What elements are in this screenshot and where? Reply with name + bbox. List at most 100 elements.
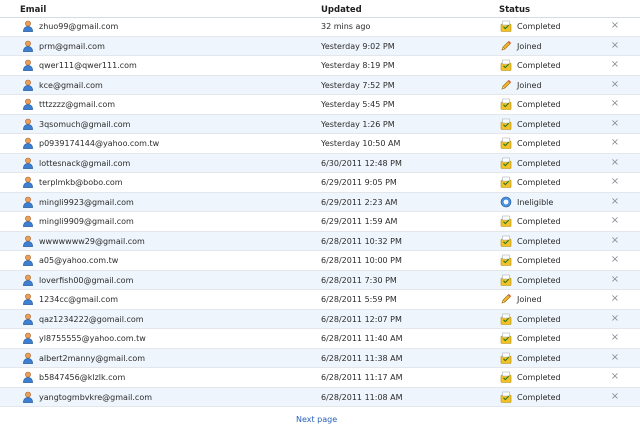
updated-cell: 6/28/2011 7:30 PM: [321, 275, 397, 285]
user-icon: [22, 371, 34, 383]
remove-icon[interactable]: ×: [610, 157, 620, 169]
pencil-icon: [500, 79, 512, 91]
remove-icon[interactable]: ×: [610, 196, 620, 208]
email-cell: p0939174144@yahoo.com.tw: [39, 139, 160, 148]
email-cell: prm@gmail.com: [39, 41, 105, 51]
completed-icon: [500, 176, 512, 188]
status-cell: Joined: [517, 80, 542, 90]
updated-cell: Yesterday 10:50 AM: [321, 139, 401, 148]
table-row: 1234cc@gmail.com 6/28/2011 5:59 PM Joined ×: [0, 290, 640, 310]
updated-cell: 6/28/2011 10:32 PM: [321, 236, 402, 246]
user-icon: [22, 274, 34, 286]
remove-icon[interactable]: ×: [610, 313, 620, 325]
table-row: prm@gmail.com Yesterday 9:02 PM Joined ×: [0, 36, 640, 56]
updated-cell: 6/28/2011 11:17 AM: [321, 373, 403, 382]
column-header-updated[interactable]: Updated: [321, 5, 362, 15]
status-cell: Completed: [517, 275, 561, 285]
table-row: b5847456@klzlk.com 6/28/2011 11:17 AM Comp…: [0, 368, 640, 388]
updated-cell: 6/28/2011 11:08 AM: [321, 392, 403, 402]
column-header-email[interactable]: Email: [20, 5, 46, 15]
completed-icon: [500, 352, 512, 364]
remove-icon[interactable]: ×: [610, 20, 620, 32]
user-icon: [22, 254, 34, 266]
remove-icon[interactable]: ×: [610, 79, 620, 91]
email-cell: 1234cc@gmail.com: [39, 295, 119, 304]
status-cell: Completed: [517, 334, 561, 343]
status-cell: Completed: [517, 256, 561, 265]
remove-icon[interactable]: ×: [610, 352, 620, 364]
remove-icon[interactable]: ×: [610, 391, 620, 403]
completed-icon: [500, 391, 512, 403]
column-header-status[interactable]: Status: [499, 5, 530, 15]
updated-cell: 6/28/2011 12:07 PM: [321, 314, 402, 324]
remove-icon[interactable]: ×: [610, 98, 620, 110]
status-cell: Completed: [517, 158, 561, 168]
user-icon: [22, 98, 34, 110]
email-cell: qwer111@qwer111.com: [39, 61, 137, 70]
remove-icon[interactable]: ×: [610, 332, 620, 344]
status-cell: Completed: [517, 178, 561, 187]
email-cell: yl8755555@yahoo.com.tw: [39, 334, 146, 343]
table-row: a05@yahoo.com.tw 6/28/2011 10:00 PM Comple…: [0, 251, 640, 271]
updated-cell: 6/28/2011 11:38 AM: [321, 353, 403, 363]
user-icon: [22, 118, 34, 130]
table-row: qaz1234222@gomail.com 6/28/2011 12:07 PM C…: [0, 309, 640, 329]
table-row: p0939174144@yahoo.com.tw Yesterday 10:50 …: [0, 134, 640, 154]
pencil-icon: [500, 40, 512, 52]
user-icon: [22, 391, 34, 403]
remove-icon[interactable]: ×: [610, 371, 620, 383]
user-icon: [22, 59, 34, 71]
user-icon: [22, 196, 34, 208]
email-cell: zhuo99@gmail.com: [39, 22, 119, 31]
status-cell: Completed: [517, 373, 561, 382]
remove-icon[interactable]: ×: [610, 293, 620, 305]
email-cell: loverfish00@gmail.com: [39, 275, 134, 285]
updated-cell: Yesterday 7:52 PM: [321, 80, 395, 90]
completed-icon: [500, 215, 512, 227]
table-row: yl8755555@yahoo.com.tw 6/28/2011 11:40 AM…: [0, 329, 640, 349]
remove-icon[interactable]: ×: [610, 40, 620, 52]
status-cell: Completed: [517, 217, 561, 226]
completed-icon: [500, 98, 512, 110]
completed-icon: [500, 235, 512, 247]
email-cell: wwwwwww29@gmail.com: [39, 236, 145, 246]
email-cell: mingli9923@gmail.com: [39, 197, 134, 207]
status-cell: Joined: [517, 41, 542, 51]
completed-icon: [500, 118, 512, 130]
email-cell: mingli9909@gmail.com: [39, 217, 134, 226]
email-cell: lottesnack@gmail.com: [39, 158, 131, 168]
remove-icon[interactable]: ×: [610, 59, 620, 71]
user-icon: [22, 352, 34, 364]
status-cell: Completed: [517, 236, 561, 246]
remove-icon[interactable]: ×: [610, 215, 620, 227]
status-cell: Ineligible: [517, 197, 554, 207]
remove-icon[interactable]: ×: [610, 235, 620, 247]
status-cell: Completed: [517, 139, 561, 148]
updated-cell: 6/29/2011 2:23 AM: [321, 197, 398, 207]
user-icon: [22, 137, 34, 149]
email-cell: kce@gmail.com: [39, 80, 103, 90]
remove-icon[interactable]: ×: [610, 137, 620, 149]
remove-icon[interactable]: ×: [610, 176, 620, 188]
updated-cell: Yesterday 9:02 PM: [321, 41, 395, 51]
table-row: tttzzzz@gmail.com Yesterday 5:45 PM Comple…: [0, 95, 640, 115]
remove-icon[interactable]: ×: [610, 254, 620, 266]
completed-icon: [500, 254, 512, 266]
status-cell: Completed: [517, 22, 561, 31]
updated-cell: 6/28/2011 11:40 AM: [321, 334, 403, 343]
remove-icon[interactable]: ×: [610, 118, 620, 130]
remove-icon[interactable]: ×: [610, 274, 620, 286]
completed-icon: [500, 313, 512, 325]
table-row: wwwwwww29@gmail.com 6/28/2011 10:32 PM Com…: [0, 231, 640, 251]
table-row: mingli9909@gmail.com 6/29/2011 1:59 AM Com…: [0, 212, 640, 232]
table-row: lottesnack@gmail.com 6/30/2011 12:48 PM Co…: [0, 153, 640, 173]
completed-icon: [500, 137, 512, 149]
ineligible-icon: [500, 196, 512, 208]
email-cell: a05@yahoo.com.tw: [39, 256, 119, 265]
updated-cell: 6/30/2011 12:48 PM: [321, 158, 402, 168]
email-cell: albert2manny@gmail.com: [39, 353, 146, 363]
completed-icon: [500, 274, 512, 286]
contacts-table: zhuo99@gmail.com 32 mins ago Completed × prm…: [0, 17, 640, 407]
email-cell: b5847456@klzlk.com: [39, 373, 126, 382]
user-icon: [22, 293, 34, 305]
